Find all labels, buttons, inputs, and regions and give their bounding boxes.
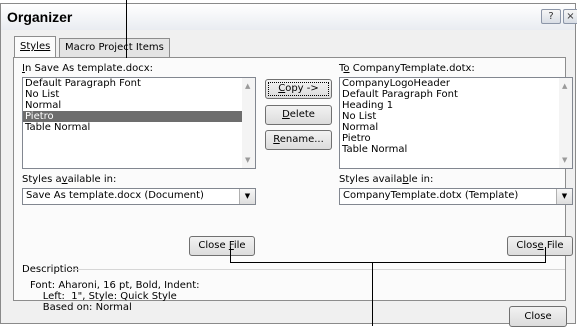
left-list-item[interactable]: Table Normal: [23, 122, 255, 133]
right-list-item[interactable]: Default Paragraph Font: [340, 89, 572, 100]
chevron-down-icon[interactable]: ▼: [556, 189, 572, 204]
right-list-item[interactable]: CompanyLogoHeader: [340, 78, 572, 89]
tab-macro-label: Macro Project Items: [65, 42, 164, 53]
left-available-select[interactable]: Save As template.docx (Document) ▼: [22, 188, 256, 205]
scroll-down-icon[interactable]: ▼: [245, 156, 250, 164]
right-available-value: CompanyTemplate.dotx (Template): [343, 190, 519, 201]
callout-line-right-tick: [545, 247, 546, 263]
left-list-item[interactable]: Normal: [23, 100, 255, 111]
right-available-select[interactable]: CompanyTemplate.dotx (Template) ▼: [339, 188, 573, 205]
left-close-file-button[interactable]: Close File: [189, 236, 255, 256]
callout-line-bottom: [372, 262, 373, 326]
dialog-title: Organizer: [7, 9, 73, 25]
left-list-item[interactable]: Default Paragraph Font: [23, 78, 255, 89]
left-list-item[interactable]: No List: [23, 89, 255, 100]
left-list-item[interactable]: Pietro: [23, 111, 255, 122]
close-dialog-button[interactable]: Close: [509, 306, 567, 327]
chevron-down-icon[interactable]: ▼: [239, 189, 255, 204]
callout-line-top: [126, 0, 127, 58]
right-list-item[interactable]: Pietro: [340, 133, 572, 144]
rename-button[interactable]: Rename...: [265, 130, 332, 150]
scroll-down-icon[interactable]: ▼: [562, 156, 567, 164]
right-list-item[interactable]: Heading 1: [340, 100, 572, 111]
right-list-item[interactable]: Normal: [340, 122, 572, 133]
right-list-item[interactable]: No List: [340, 111, 572, 122]
close-icon: ×: [566, 11, 575, 22]
right-close-file-button[interactable]: Close File: [507, 236, 573, 256]
help-icon: ?: [548, 11, 554, 22]
right-list-scrollbar[interactable]: ▲ ▼: [559, 78, 572, 168]
right-available-label: Styles available in:: [339, 174, 434, 185]
callout-line-left-tick: [230, 247, 231, 263]
description-text: Font: Aharoni, 16 pt, Bold, Indent: Left…: [30, 280, 200, 313]
left-list-scrollbar[interactable]: ▲ ▼: [242, 78, 255, 168]
help-button[interactable]: ?: [541, 9, 561, 24]
description-divider: [71, 269, 565, 270]
right-list-item[interactable]: Table Normal: [340, 144, 572, 155]
left-available-label: Styles available in:: [22, 174, 117, 185]
scroll-up-icon[interactable]: ▲: [245, 82, 250, 90]
styles-panel: In Save As template.docx: Default Paragr…: [13, 57, 573, 313]
left-styles-list[interactable]: Default Paragraph Font No List Normal Pietr…: [22, 77, 256, 169]
tab-macro-project-items[interactable]: Macro Project Items: [59, 38, 170, 57]
delete-button[interactable]: Delete: [265, 105, 332, 125]
scroll-up-icon[interactable]: ▲: [562, 82, 567, 90]
left-available-value: Save As template.docx (Document): [26, 190, 204, 201]
left-list-label: In Save As template.docx:: [22, 63, 153, 74]
title-bar: Organizer ? ×: [1, 4, 577, 30]
callout-line-horizontal: [230, 262, 546, 263]
close-window-button[interactable]: ×: [563, 9, 577, 24]
right-list-label: To CompanyTemplate.dotx:: [339, 63, 475, 74]
right-styles-list[interactable]: CompanyLogoHeader Default Paragraph Font H…: [339, 77, 573, 169]
tab-styles[interactable]: Styles: [14, 36, 57, 57]
copy-button[interactable]: Copy ->: [265, 79, 332, 99]
organizer-dialog: Organizer ? × Styles Macro Project Items…: [0, 3, 577, 327]
tab-styles-label: Styles: [20, 41, 51, 52]
